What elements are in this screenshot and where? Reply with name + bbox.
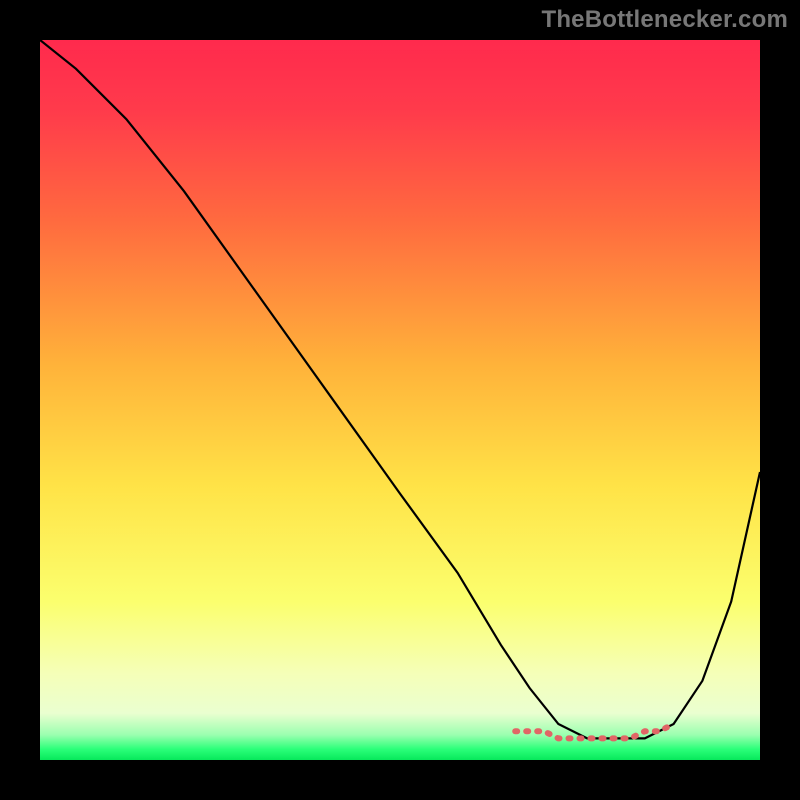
bottleneck-curve <box>40 40 760 738</box>
chart-frame: TheBottlenecker.com <box>0 0 800 800</box>
plot-area <box>40 40 760 760</box>
curve-layer <box>40 40 760 760</box>
watermark-text: TheBottlenecker.com <box>541 6 788 34</box>
